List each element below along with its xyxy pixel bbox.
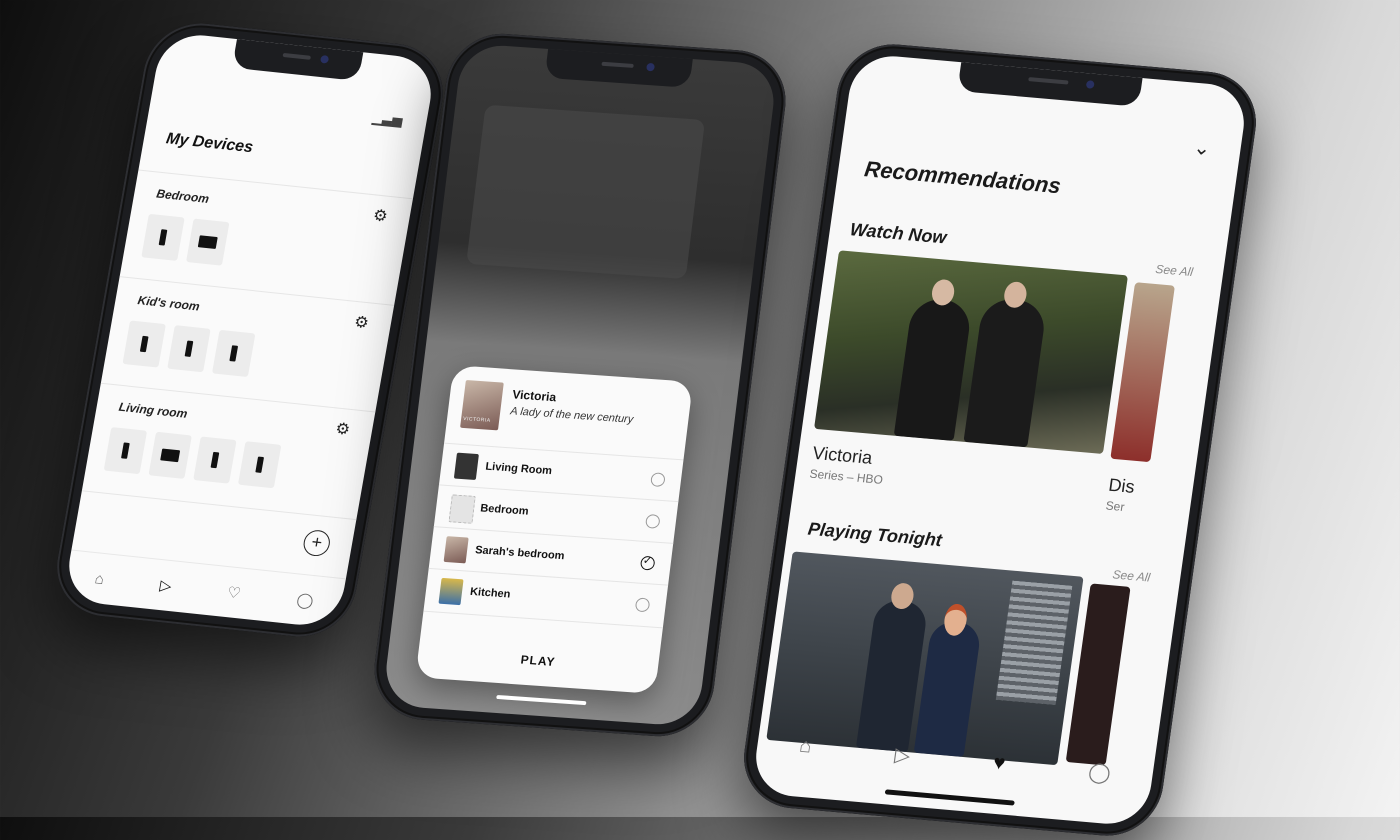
camera-icon bbox=[319, 54, 330, 64]
device-tv[interactable] bbox=[186, 218, 230, 266]
room-thumbnail bbox=[438, 577, 464, 606]
chevron-down-icon[interactable]: ⌄ bbox=[1192, 135, 1212, 161]
room-label: Living room bbox=[117, 399, 189, 421]
play-icon[interactable]: ▷ bbox=[158, 576, 173, 595]
room-option-label: Kitchen bbox=[469, 585, 512, 601]
victoria-poster: VICTORIA bbox=[460, 380, 504, 431]
bottom-nav: ⌂ ▷ ♡ ◯ bbox=[62, 549, 346, 629]
user-icon[interactable]: ◯ bbox=[295, 590, 315, 610]
room-option-label: Bedroom bbox=[479, 502, 530, 518]
device-list bbox=[103, 427, 282, 489]
blurred-background bbox=[466, 104, 706, 280]
radio-button[interactable] bbox=[644, 513, 661, 529]
device-speaker[interactable] bbox=[237, 441, 282, 489]
device-list bbox=[141, 213, 230, 266]
see-all-link-watch-now[interactable]: See All bbox=[1155, 262, 1194, 279]
radio-button[interactable] bbox=[650, 472, 666, 488]
room-thumbnail bbox=[448, 494, 476, 524]
gear-icon[interactable]: ⚙ bbox=[334, 419, 352, 440]
screen-play-sheet: VICTORIA Victoria A lady of the new cent… bbox=[381, 43, 779, 727]
media-card-victoria-image[interactable] bbox=[814, 250, 1128, 455]
play-icon[interactable]: ▷ bbox=[893, 742, 912, 768]
radio-button[interactable] bbox=[634, 597, 651, 613]
device-speaker[interactable] bbox=[103, 427, 148, 475]
media-card-subtitle: Ser bbox=[1104, 498, 1126, 515]
room-thumbnail bbox=[443, 536, 469, 564]
room-label: Kid's room bbox=[136, 293, 201, 314]
screen-recommendations: ⌄ Recommendations Watch Now See All Vict… bbox=[750, 52, 1250, 828]
device-speaker[interactable] bbox=[211, 329, 256, 378]
user-icon[interactable]: ◯ bbox=[1087, 759, 1113, 786]
bar-chart-icon[interactable]: ▁▃▅ bbox=[371, 110, 403, 129]
screen-my-devices: ▁▃▅ My Devices Bedroom ⚙ Kid's room ⚙ Li… bbox=[62, 31, 438, 629]
see-all-link-playing-tonight[interactable]: See All bbox=[1112, 567, 1151, 584]
room-label: Bedroom bbox=[155, 186, 211, 206]
home-icon[interactable]: ⌂ bbox=[798, 734, 813, 758]
notch bbox=[544, 47, 694, 88]
gear-icon[interactable]: ⚙ bbox=[371, 205, 389, 226]
page-title: Recommendations bbox=[862, 156, 1063, 199]
section-title-playing-tonight: Playing Tonight bbox=[806, 518, 944, 551]
section-title-watch-now: Watch Now bbox=[848, 219, 948, 248]
play-to-sheet: VICTORIA Victoria A lady of the new cent… bbox=[415, 365, 694, 694]
home-indicator[interactable] bbox=[884, 789, 1015, 806]
play-button[interactable]: PLAY bbox=[418, 645, 659, 676]
device-list bbox=[122, 320, 256, 378]
room-thumbnail bbox=[453, 452, 479, 480]
media-title: Victoria bbox=[511, 387, 558, 405]
heart-icon[interactable]: ♡ bbox=[226, 583, 243, 602]
room-option-label: Living Room bbox=[484, 460, 553, 478]
home-icon[interactable]: ⌂ bbox=[93, 570, 105, 588]
radio-button-selected[interactable] bbox=[639, 555, 656, 571]
add-device-button[interactable]: + bbox=[301, 528, 332, 558]
notch bbox=[957, 61, 1143, 107]
media-card-subtitle: Series – HBO bbox=[808, 466, 884, 487]
device-speaker[interactable] bbox=[141, 213, 185, 261]
gear-icon[interactable]: ⚙ bbox=[353, 312, 371, 333]
device-speaker[interactable] bbox=[167, 325, 211, 373]
device-speaker[interactable] bbox=[193, 436, 237, 484]
home-indicator[interactable] bbox=[496, 694, 587, 706]
media-subtitle: A lady of the new century bbox=[509, 405, 634, 426]
device-tv[interactable] bbox=[148, 431, 192, 479]
notch bbox=[231, 38, 364, 81]
media-card-title: Dis bbox=[1107, 474, 1136, 497]
room-option-label: Sarah's bedroom bbox=[474, 544, 566, 563]
camera-icon bbox=[1085, 80, 1095, 89]
heart-icon[interactable]: ♥ bbox=[992, 751, 1007, 775]
device-speaker[interactable] bbox=[122, 320, 166, 368]
page-title: My Devices bbox=[164, 130, 255, 157]
camera-icon bbox=[645, 62, 655, 72]
phone-recommendations: ⌄ Recommendations Watch Now See All Vict… bbox=[737, 39, 1263, 840]
media-card-title: Victoria bbox=[811, 442, 874, 468]
